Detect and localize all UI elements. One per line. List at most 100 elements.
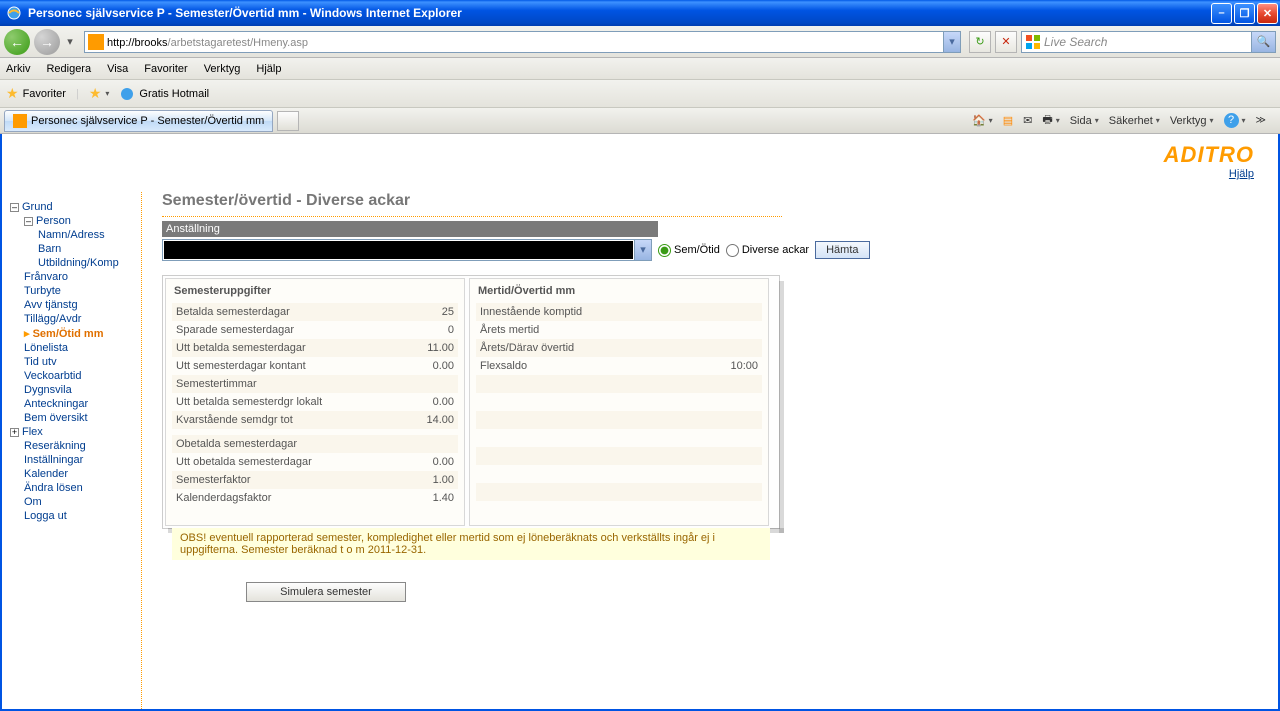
row-label: Årets/Därav övertid — [480, 342, 708, 354]
brand-logo: ADITRO — [1164, 142, 1254, 168]
row-value: 0 — [404, 324, 454, 336]
forward-button[interactable]: → — [34, 29, 60, 55]
radio-diverse[interactable]: Diverse ackar — [726, 244, 809, 257]
nav-toolbar: ← → ▾ http://brooks/arbetstagaretest/Hme… — [0, 26, 1280, 58]
row-value — [708, 306, 758, 318]
refresh-button[interactable]: ↻ — [969, 31, 991, 53]
nav-namn[interactable]: Namn/Adress — [10, 228, 135, 242]
stop-button[interactable]: ✕ — [995, 31, 1017, 53]
panel2-title: Mertid/Övertid mm — [470, 279, 768, 303]
row-label: Årets mertid — [480, 324, 708, 336]
nav-anteck[interactable]: Anteckningar — [10, 397, 135, 411]
ie-page-icon — [119, 86, 135, 102]
help-button[interactable]: ?▾ — [1224, 113, 1246, 128]
nav-franvaro[interactable]: Frånvaro — [10, 270, 135, 284]
row-value — [708, 342, 758, 354]
nav-bem[interactable]: Bem översikt — [10, 411, 135, 425]
nav-grund[interactable]: –Grund — [10, 200, 135, 214]
nav-install[interactable]: Inställningar — [10, 453, 135, 467]
data-row: Utt betalda semesterdagar11.00 — [172, 339, 458, 357]
menu-visa[interactable]: Visa — [107, 63, 128, 75]
radio-semotid[interactable]: Sem/Ötid — [658, 244, 720, 257]
star-icon: ★ — [6, 85, 19, 102]
data-row: Kvarstående semdgr tot14.00 — [172, 411, 458, 429]
row-label: Utt betalda semesterdagar — [176, 342, 404, 354]
data-row: Betalda semesterdagar25 — [172, 303, 458, 321]
new-tab-button[interactable] — [277, 111, 299, 131]
nav-tidutv[interactable]: Tid utv — [10, 355, 135, 369]
panel-semester: Semesteruppgifter Betalda semesterdagar2… — [165, 278, 465, 526]
back-button[interactable]: ← — [4, 29, 30, 55]
help-icon: ? — [1224, 113, 1239, 128]
window-title: Personec självservice P - Semester/Övert… — [26, 6, 1211, 20]
search-box[interactable]: Live Search 🔍 — [1021, 31, 1276, 53]
nav-utbildning[interactable]: Utbildning/Komp — [10, 256, 135, 270]
fav-hotmail[interactable]: Gratis Hotmail — [119, 86, 209, 102]
nav-om[interactable]: Om — [10, 495, 135, 509]
tools-menu[interactable]: Verktyg▾ — [1170, 115, 1214, 127]
chevron-down-icon[interactable]: ▾ — [634, 240, 651, 260]
nav-semotid[interactable]: Sem/Ötid mm — [10, 326, 135, 341]
address-bar[interactable]: http://brooks/arbetstagaretest/Hmeny.asp… — [84, 31, 961, 53]
favorites-button[interactable]: ★Favoriter — [6, 85, 66, 102]
data-row: Semesterfaktor1.00 — [172, 471, 458, 489]
nav-person[interactable]: –Person — [10, 214, 135, 228]
nav-flex[interactable]: +Flex — [10, 425, 135, 439]
more-chevron[interactable]: ≫ — [1256, 115, 1266, 126]
row-label: Semestertimmar — [176, 378, 404, 390]
data-row: Sparade semesterdagar0 — [172, 321, 458, 339]
nav-reser[interactable]: Reseräkning — [10, 439, 135, 453]
live-search-icon — [1025, 34, 1041, 50]
minimize-button[interactable]: – — [1211, 3, 1232, 24]
nav-barn[interactable]: Barn — [10, 242, 135, 256]
ie-icon — [6, 5, 22, 21]
browser-tab[interactable]: Personec självservice P - Semester/Övert… — [4, 110, 273, 132]
row-value — [404, 438, 454, 450]
mail-button[interactable]: ✉ — [1023, 114, 1032, 127]
row-label: Kvarstående semdgr tot — [176, 414, 404, 426]
close-button[interactable]: ✕ — [1257, 3, 1278, 24]
safety-menu[interactable]: Säkerhet▾ — [1109, 115, 1160, 127]
data-row: Kalenderdagsfaktor1.40 — [172, 489, 458, 507]
data-row: Årets/Därav övertid — [476, 339, 762, 357]
nav-tillagg[interactable]: Tillägg/Avdr — [10, 312, 135, 326]
simulate-button[interactable]: Simulera semester — [246, 582, 406, 602]
fetch-button[interactable]: Hämta — [815, 241, 869, 259]
data-row: Utt betalda semesterdgr lokalt0.00 — [172, 393, 458, 411]
row-label: Utt obetalda semesterdagar — [176, 456, 404, 468]
menu-bar: Arkiv Redigera Visa Favoriter Verktyg Hj… — [0, 58, 1280, 80]
menu-arkiv[interactable]: Arkiv — [6, 63, 30, 75]
nav-lonelista[interactable]: Lönelista — [10, 341, 135, 355]
menu-hjalp[interactable]: Hjälp — [256, 63, 281, 75]
row-value: 0.00 — [404, 360, 454, 372]
panel1-title: Semesteruppgifter — [166, 279, 464, 303]
nav-andra[interactable]: Ändra lösen — [10, 481, 135, 495]
address-dropdown[interactable]: ▾ — [943, 32, 960, 52]
add-favorite-button[interactable]: ★▾ — [89, 85, 110, 102]
menu-verktyg[interactable]: Verktyg — [204, 63, 241, 75]
home-button[interactable]: 🏠▾ — [972, 114, 993, 127]
print-button[interactable]: 🖶▾ — [1042, 111, 1059, 130]
feeds-button[interactable]: ▤ — [1003, 114, 1013, 127]
anstallning-select[interactable]: ▾ — [162, 239, 652, 261]
menu-favoriter[interactable]: Favoriter — [144, 63, 187, 75]
star-add-icon: ★ — [89, 85, 102, 102]
page-menu[interactable]: Sida▾ — [1070, 115, 1099, 127]
help-link[interactable]: Hjälp — [1229, 168, 1254, 180]
nav-turbyte[interactable]: Turbyte — [10, 284, 135, 298]
restore-button[interactable]: ❐ — [1234, 3, 1255, 24]
nav-avv[interactable]: Avv tjänstg — [10, 298, 135, 312]
nav-kalender[interactable]: Kalender — [10, 467, 135, 481]
row-label: Semesterfaktor — [176, 474, 404, 486]
tab-label: Personec självservice P - Semester/Övert… — [31, 115, 264, 127]
search-placeholder: Live Search — [1044, 35, 1251, 49]
nav-vecko[interactable]: Veckoarbtid — [10, 369, 135, 383]
search-button[interactable]: 🔍 — [1251, 32, 1275, 52]
home-icon: 🏠 — [972, 114, 986, 127]
nav-history-dropdown[interactable]: ▾ — [64, 35, 76, 48]
data-row: Utt semesterdagar kontant0.00 — [172, 357, 458, 375]
menu-redigera[interactable]: Redigera — [46, 63, 91, 75]
nav-dygns[interactable]: Dygnsvila — [10, 383, 135, 397]
row-label: Sparade semesterdagar — [176, 324, 404, 336]
nav-logga[interactable]: Logga ut — [10, 509, 135, 523]
